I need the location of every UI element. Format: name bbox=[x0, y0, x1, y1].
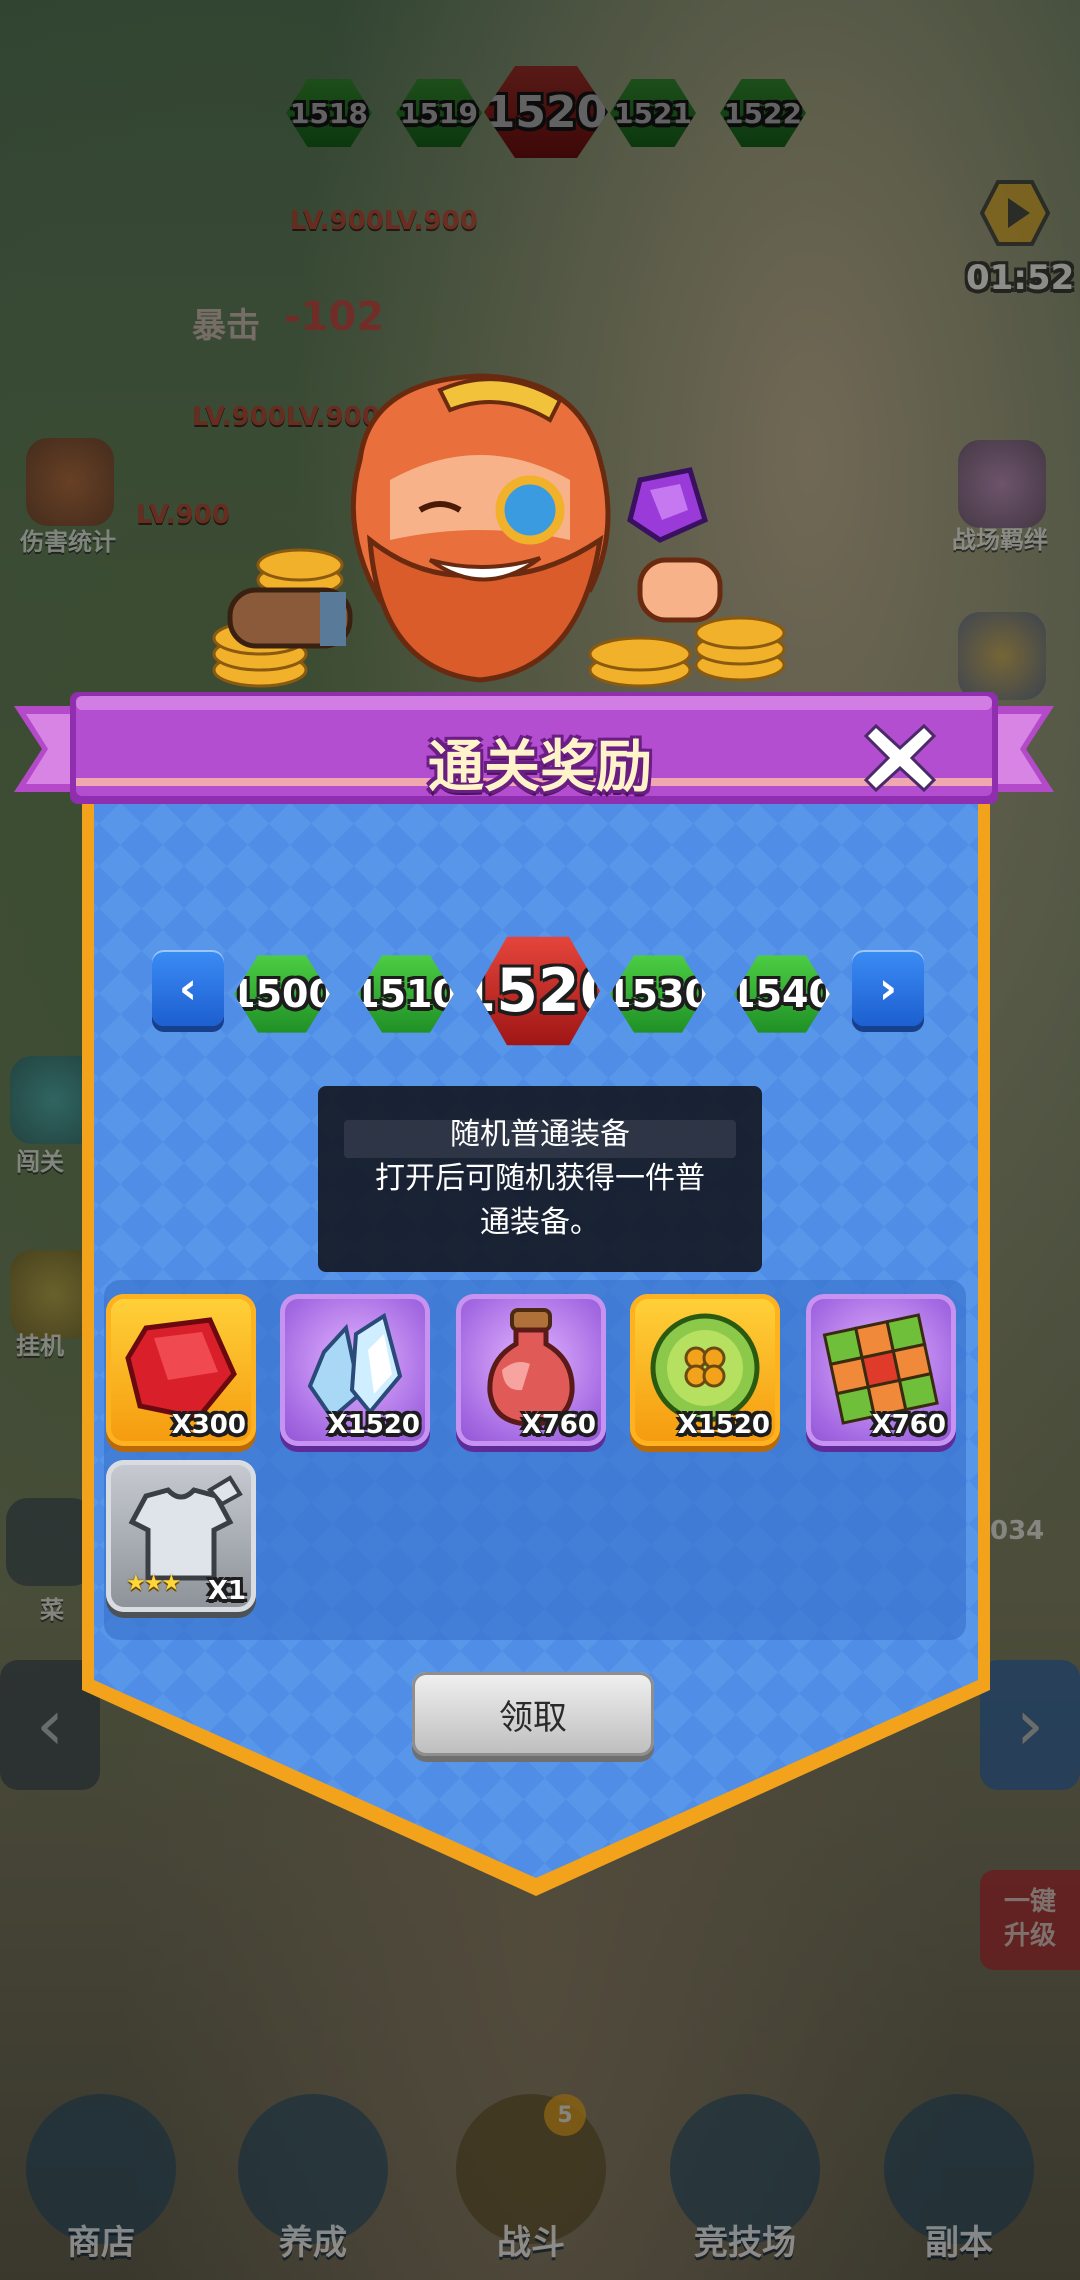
tooltip-desc-line: 打开后可随机获得一件普 bbox=[375, 1161, 705, 1196]
stage-tab-1540[interactable]: 1540 bbox=[734, 955, 830, 1033]
reward-item-armor-chest[interactable]: ★★★ X1 bbox=[106, 1460, 256, 1612]
reward-item-tile-block[interactable]: X760 bbox=[806, 1294, 956, 1446]
stage-tab-label: 1540 bbox=[729, 972, 835, 1016]
stage-tab-1530[interactable]: 1530 bbox=[610, 955, 706, 1033]
tooltip-title: 随机普通装备 bbox=[450, 1117, 630, 1152]
chevron-left-icon: ‹ bbox=[178, 962, 198, 1014]
reward-quantity: X300 bbox=[171, 1410, 246, 1440]
reward-quantity: X760 bbox=[871, 1410, 946, 1440]
claim-button-label: 领取 bbox=[499, 1697, 567, 1738]
reward-item-clover-coin[interactable]: X1520 bbox=[630, 1294, 780, 1446]
stage-tab-label: 1530 bbox=[605, 972, 711, 1016]
reward-item-red-gem[interactable]: X300 bbox=[106, 1294, 256, 1446]
reward-item-crystal[interactable]: X1520 bbox=[280, 1294, 430, 1446]
claim-button[interactable]: 领取 bbox=[412, 1672, 654, 1756]
reward-quantity: X1 bbox=[207, 1576, 246, 1606]
stage-tab-1520-selected[interactable]: 1520 bbox=[476, 936, 600, 1046]
stage-tab-1510[interactable]: 1510 bbox=[358, 955, 454, 1033]
reward-quantity: X1520 bbox=[677, 1410, 770, 1440]
next-stage-button[interactable]: › bbox=[852, 950, 924, 1026]
close-icon[interactable] bbox=[862, 720, 938, 796]
dwarf-character-illustration bbox=[212, 373, 786, 688]
stage-tab-1500[interactable]: 1500 bbox=[234, 955, 330, 1033]
tooltip-desc-line: 通装备。 bbox=[480, 1205, 600, 1240]
reward-item-potion[interactable]: X760 bbox=[456, 1294, 606, 1446]
stage-tab-label: 1520 bbox=[454, 956, 622, 1026]
item-tooltip: 随机普通装备 打开后可随机获得一件普 通装备。 bbox=[318, 1086, 762, 1272]
tooltip-description: 打开后可随机获得一件普 通装备。 bbox=[375, 1157, 705, 1245]
stage-tab-label: 1510 bbox=[353, 972, 459, 1016]
reward-quantity: X760 bbox=[521, 1410, 596, 1440]
rarity-stars: ★★★ bbox=[126, 1571, 181, 1596]
prev-stage-button[interactable]: ‹ bbox=[152, 950, 224, 1026]
stage-selector: ‹ 1500 1510 1520 1530 1540 › bbox=[0, 932, 1080, 1062]
reward-quantity: X1520 bbox=[327, 1410, 420, 1440]
stage-tab-label: 1500 bbox=[229, 972, 335, 1016]
chevron-right-icon: › bbox=[878, 962, 898, 1014]
